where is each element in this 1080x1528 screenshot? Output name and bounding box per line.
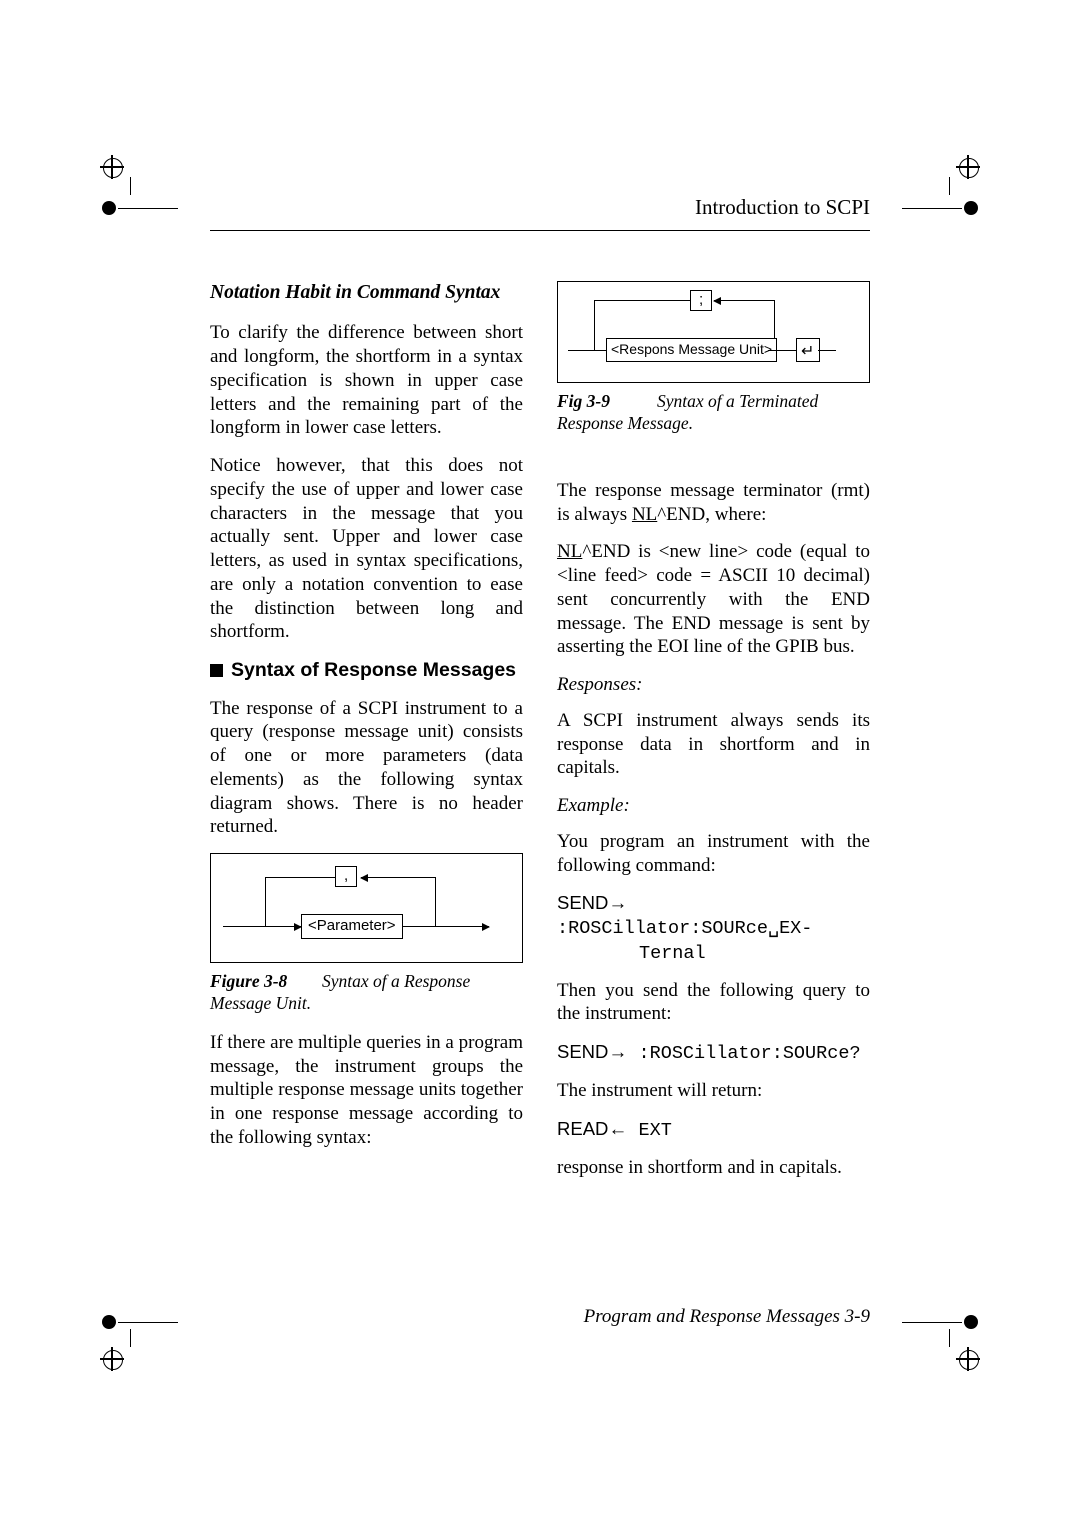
run-in-heading: Example: — [557, 794, 870, 818]
page: Introduction to SCPI Notation Habit in C… — [0, 0, 1080, 1528]
figure-3-8: , <Parameter> — [210, 853, 523, 963]
right-column: ; <Respons Message Unit> ↵ Fig 3-9Syntax… — [557, 281, 870, 1194]
body-text: The response message terminator (rmt) is… — [557, 479, 870, 527]
return-icon: ↵ — [796, 338, 820, 362]
run-in-heading: Responses: — [557, 673, 870, 697]
page-footer: Program and Response Messages 3-9 — [584, 1306, 870, 1328]
code-line: SEND→ :ROSCillator:SOURce? — [557, 1040, 870, 1065]
body-text: The instrument will return: — [557, 1079, 870, 1103]
syntax-node: ; — [690, 290, 712, 311]
subheading: Notation Habit in Command Syntax — [210, 281, 523, 305]
body-text: To clarify the difference between short … — [210, 321, 523, 440]
code-line: SEND→ :ROSCillator:SOURce␣EX- Ternal — [557, 891, 870, 964]
content-area: Introduction to SCPI Notation Habit in C… — [210, 195, 870, 1328]
running-header: Introduction to SCPI — [210, 195, 870, 231]
body-text: If there are multiple queries in a progr… — [210, 1031, 523, 1150]
crop-mark — [70, 1333, 110, 1373]
figure-3-9: ; <Respons Message Unit> ↵ — [557, 281, 870, 383]
code-line: READ← EXT — [557, 1117, 870, 1142]
body-text: NL^END is <new line> code (equal to <lin… — [557, 540, 870, 659]
crop-mark — [970, 155, 1010, 195]
crop-mark — [970, 1333, 1010, 1373]
syntax-node: <Parameter> — [301, 914, 403, 939]
body-text: A SCPI instrument always sends its respo… — [557, 709, 870, 780]
left-column: Notation Habit in Command Syntax To clar… — [210, 281, 523, 1194]
body-text: response in shortform and in capitals. — [557, 1156, 870, 1180]
body-text: Then you send the following query to the… — [557, 979, 870, 1027]
body-text: The response of a SCPI instrument to a q… — [210, 697, 523, 840]
square-bullet-icon — [210, 664, 223, 677]
section-heading: Syntax of Response Messages — [210, 658, 523, 682]
syntax-node: , — [335, 866, 357, 887]
syntax-node: <Respons Message Unit> — [606, 338, 777, 362]
crop-mark — [70, 155, 110, 195]
figure-caption: Fig 3-9Syntax of a Terminated Response M… — [557, 391, 870, 435]
figure-caption: Figure 3-8Syntax of a Response Message U… — [210, 971, 523, 1015]
body-text: You program an instrument with the follo… — [557, 830, 870, 878]
body-text: Notice however, that this does not speci… — [210, 454, 523, 644]
